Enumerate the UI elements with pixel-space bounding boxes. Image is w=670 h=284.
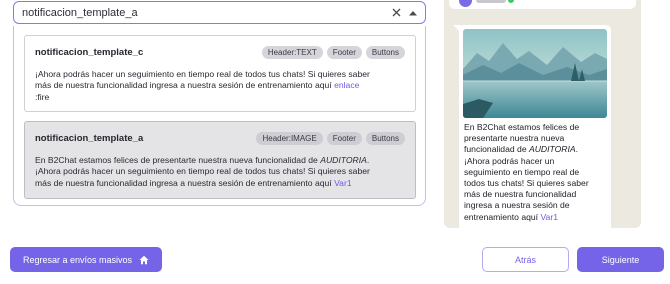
option-name: notificacion_template_a: [35, 132, 144, 144]
bubble-line: todos tus chats! Si quieres saber: [464, 178, 589, 189]
option-link: Var1: [334, 177, 352, 188]
template-select[interactable]: notificacion_template_a: [13, 1, 426, 24]
badge-footer: Footer: [326, 131, 362, 145]
badge-header: Header:IMAGE: [256, 131, 323, 145]
option-name: notificacion_template_c: [35, 46, 144, 58]
option-link: enlace: [334, 80, 360, 91]
template-option-selected[interactable]: notificacion_template_a Header:IMAGE Foo…: [24, 121, 416, 199]
preview-header: [449, 0, 636, 9]
verified-badge: [508, 0, 514, 3]
template-dropdown: notificacion_template_c Header:TEXT Foot…: [13, 26, 426, 206]
bubble-text-span: funcionalidad de: [464, 144, 529, 155]
bubble-line: presentarte nuestra nueva: [464, 133, 565, 144]
option-body-em: AUDITORIA: [320, 155, 367, 165]
option-body-text: En B2Chat estamos felices de presentarte…: [35, 155, 321, 165]
brand-avatar: [459, 0, 472, 7]
bubble-link: Var1: [540, 211, 558, 222]
bubble-line: entrenamiento aquí Var1: [464, 212, 607, 223]
option-body-line: ¡Ahora podrás hacer un seguimiento en ti…: [35, 69, 370, 79]
header-image: [463, 29, 607, 118]
next-button-label: Siguiente: [601, 254, 640, 265]
back-to-mass-sends-label: Regresar a envíos masivos: [22, 254, 133, 265]
option-badges: Header:IMAGE Footer Buttons: [256, 131, 405, 145]
bubble-text-span: entrenamiento aquí: [464, 211, 541, 222]
option-header: notificacion_template_a Header:IMAGE Foo…: [35, 131, 405, 145]
bubble-line: seguimiento en tiempo real de: [464, 166, 580, 177]
close-icon[interactable]: [390, 6, 403, 19]
option-header: notificacion_template_c Header:TEXT Foot…: [35, 45, 405, 59]
option-body: En B2Chat estamos felices de presentarte…: [35, 155, 405, 189]
bubble-line: ingresa a nuestra sesión de: [464, 200, 570, 211]
back-to-mass-sends-button[interactable]: Regresar a envíos masivos: [10, 247, 162, 272]
template-option[interactable]: notificacion_template_c Header:TEXT Foot…: [24, 35, 416, 112]
bubble-line: ¡Ahora podrás hacer un: [464, 155, 555, 166]
badge-header: Header:TEXT: [261, 45, 323, 59]
next-button[interactable]: Siguiente: [577, 247, 664, 272]
bubble-text-span: .: [575, 144, 579, 155]
bubble-text: En B2Chat estamos felices de presentarte…: [463, 122, 607, 223]
bubble-line: funcionalidad de AUDITORIA.: [464, 144, 607, 155]
badge-buttons: Buttons: [365, 45, 405, 59]
bubble-line: En B2Chat estamos felices de: [464, 122, 580, 132]
home-icon: [139, 255, 149, 264]
option-body-text: más de nuestra funcionalidad ingresa a n…: [35, 80, 335, 91]
option-body-line: :fire: [35, 91, 50, 102]
brand-name-placeholder: [476, 0, 506, 3]
option-body-text: .: [366, 155, 370, 165]
option-body-line: más de nuestra funcionalidad ingresa a n…: [35, 80, 405, 91]
bubble-em: AUDITORIA: [528, 144, 576, 155]
option-body-line: más de nuestra funcionalidad ingresa a n…: [35, 178, 405, 189]
badge-footer: Footer: [326, 45, 362, 59]
option-body: ¡Ahora podrás hacer un seguimiento en ti…: [35, 69, 405, 103]
option-body-line: En B2Chat estamos felices de presentarte…: [35, 155, 405, 166]
chevron-up-icon[interactable]: [409, 10, 417, 16]
option-body-line: ¡Ahora podrás hacer un seguimiento en ti…: [35, 166, 370, 177]
badge-buttons: Buttons: [365, 131, 405, 145]
back-button-label: Atrás: [514, 254, 536, 265]
message-bubble: En B2Chat estamos felices de presentarte…: [459, 25, 611, 228]
option-body-text: más de nuestra funcionalidad ingresa a n…: [35, 177, 335, 188]
bubble-line: más de nuestra funcionalidad: [464, 189, 577, 200]
back-button[interactable]: Atrás: [482, 247, 569, 272]
message-preview: En B2Chat estamos felices de presentarte…: [444, 0, 641, 228]
template-select-value: notificacion_template_a: [22, 6, 138, 19]
option-badges: Header:TEXT Footer Buttons: [261, 45, 405, 59]
